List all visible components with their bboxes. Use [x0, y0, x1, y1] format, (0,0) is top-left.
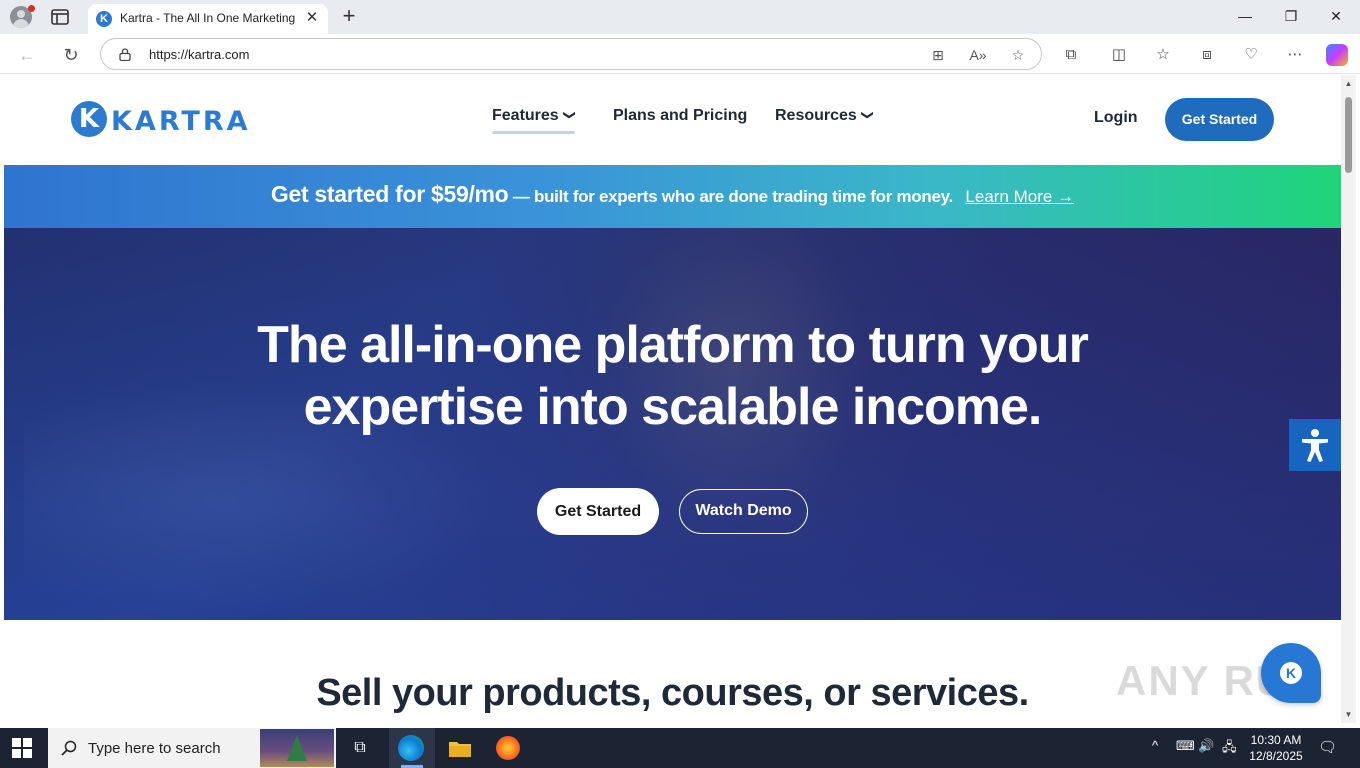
tab-close-icon[interactable]: ✕: [302, 8, 322, 28]
site-header: KARTRA Features❯ Plans and Pricing Resou…: [4, 75, 1341, 165]
url-text[interactable]: https://kartra.com: [149, 47, 249, 62]
browser-tab-bar: K Kartra - The All In One Marketing ✕ + …: [0, 0, 1360, 34]
header-get-started-button[interactable]: Get Started: [1165, 98, 1274, 141]
accessibility-icon: [1302, 429, 1328, 462]
notification-dot: [28, 5, 35, 12]
browser-toolbar: ← ↻ https://kartra.com ⊞ A» ☆ ⧉ ◫ ☆ ⧈ ♡ …: [0, 34, 1360, 74]
clock-time: 10:30 AM: [1250, 733, 1302, 747]
taskbar-clock[interactable]: 10:30 AM 12/8/2025: [1248, 732, 1304, 764]
address-bar[interactable]: https://kartra.com ⊞ A» ☆: [100, 38, 1042, 70]
chevron-down-icon: ❯: [562, 109, 577, 121]
nav-resources[interactable]: Resources ❯: [775, 107, 875, 125]
nav-plans-pricing[interactable]: Plans and Pricing: [613, 107, 747, 125]
chevron-down-icon: ❯: [860, 109, 875, 121]
hero-title-line1: The all-in-one platform to turn your: [257, 316, 1089, 374]
file-explorer-icon[interactable]: [446, 734, 474, 762]
scroll-down-icon[interactable]: ▼: [1344, 710, 1353, 719]
meet-now-icon[interactable]: ⌨: [1176, 738, 1195, 754]
windows-taskbar: Type here to search ⧉ ^ ⌨ 🔊 🖧 10:30 AM 1…: [0, 728, 1360, 768]
new-tab-icon[interactable]: +: [338, 5, 360, 27]
login-link[interactable]: Login: [1094, 109, 1138, 127]
hero-title-line2: expertise into scalable income.: [303, 378, 1043, 436]
browser-essentials-icon[interactable]: ♡: [1240, 44, 1262, 66]
nav-active-underline: [492, 131, 575, 134]
volume-icon[interactable]: 🔊: [1198, 738, 1214, 754]
edge-icon[interactable]: [398, 735, 424, 761]
learn-more-link[interactable]: Learn More →: [965, 187, 1074, 206]
tab-title: Kartra - The All In One Marketing: [120, 11, 296, 25]
kartra-logo-icon: [71, 101, 107, 137]
promo-headline: Get started for $59/mo: [270, 181, 509, 207]
copilot-icon[interactable]: [1326, 44, 1348, 66]
scroll-up-icon[interactable]: ▲: [1344, 79, 1353, 88]
network-icon[interactable]: 🖧: [1222, 738, 1237, 760]
collections-icon[interactable]: ⧈: [1196, 44, 1218, 66]
accessibility-button[interactable]: [1289, 419, 1341, 471]
kartra-favicon-icon: K: [96, 11, 112, 27]
app-available-icon[interactable]: ⊞: [929, 46, 947, 64]
refresh-icon[interactable]: ↻: [58, 42, 84, 68]
windows-start-icon[interactable]: [12, 738, 32, 758]
nav-resources-label: Resources: [775, 107, 857, 124]
favorite-star-icon[interactable]: ☆: [1009, 46, 1027, 64]
watch-demo-button[interactable]: Watch Demo: [679, 489, 808, 534]
split-screen-icon[interactable]: ◫: [1108, 44, 1130, 66]
minimize-icon[interactable]: —: [1231, 4, 1259, 28]
clock-date: 12/8/2025: [1249, 749, 1303, 763]
tab-actions-icon[interactable]: [50, 8, 70, 26]
hero-section: The all-in-one platform to turn your exp…: [4, 228, 1341, 620]
nav-features[interactable]: Features ❯: [492, 107, 577, 134]
promo-banner: Get started for $59/mo — built for exper…: [4, 165, 1341, 228]
logo-text: KARTRA: [111, 106, 251, 137]
browser-tab-active[interactable]: K Kartra - The All In One Marketing ✕: [88, 4, 328, 34]
notifications-icon[interactable]: 🗨: [1318, 738, 1337, 756]
hero-title: The all-in-one platform to turn your exp…: [4, 314, 1341, 438]
task-view-icon[interactable]: ⧉: [346, 734, 374, 762]
page-viewport: KARTRA Features❯ Plans and Pricing Resou…: [4, 75, 1341, 723]
scrollbar-thumb[interactable]: [1345, 97, 1352, 173]
tray-chevron-icon[interactable]: ^: [1152, 738, 1158, 753]
extensions-icon[interactable]: ⧉: [1060, 44, 1082, 66]
search-highlight-image: [260, 729, 334, 767]
favorites-icon[interactable]: ☆: [1152, 44, 1174, 66]
search-icon: [61, 740, 77, 756]
lock-icon[interactable]: [119, 48, 131, 61]
nav-features-label: Features: [492, 107, 559, 124]
read-aloud-icon[interactable]: A»: [969, 46, 987, 64]
back-icon[interactable]: ←: [14, 42, 40, 68]
restore-icon[interactable]: ❐: [1277, 4, 1305, 28]
promo-subtext: — built for experts who are done trading…: [512, 187, 953, 206]
nav-plans-label: Plans and Pricing: [613, 107, 748, 124]
taskbar-search-box[interactable]: Type here to search: [48, 728, 336, 768]
firefox-icon[interactable]: [496, 736, 520, 760]
page-scrollbar[interactable]: ▲ ▼: [1341, 75, 1356, 723]
more-menu-icon[interactable]: ⋯: [1284, 44, 1306, 66]
search-placeholder: Type here to search: [88, 740, 221, 757]
close-icon[interactable]: ✕: [1322, 4, 1350, 28]
kartra-chat-icon: K: [1280, 662, 1302, 684]
chat-widget-button[interactable]: K: [1261, 643, 1321, 703]
promo-content: Get started for $59/mo — built for exper…: [4, 181, 1341, 208]
hero-get-started-button[interactable]: Get Started: [537, 488, 659, 535]
